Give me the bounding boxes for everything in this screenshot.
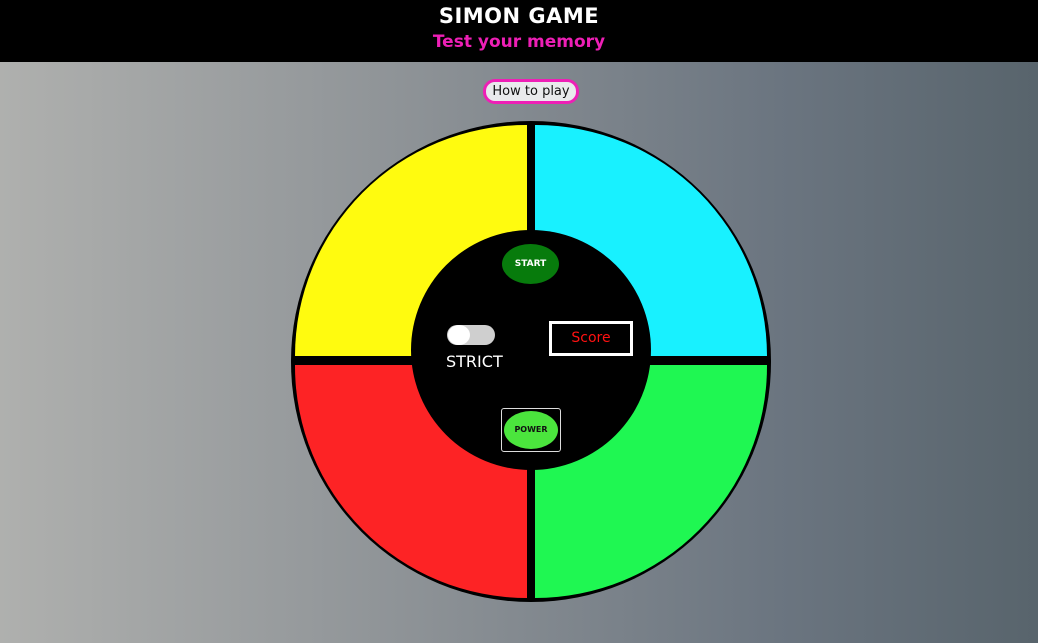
app-header: SIMON GAME Test your memory xyxy=(0,0,1038,62)
power-button-frame[interactable]: POWER xyxy=(501,408,561,452)
score-display: Score xyxy=(549,321,633,356)
start-button[interactable]: START xyxy=(502,244,559,284)
page-subtitle: Test your memory xyxy=(432,32,606,52)
strict-label: STRICT xyxy=(446,352,503,371)
strict-toggle-knob xyxy=(448,325,470,345)
how-to-play-button[interactable]: How to play xyxy=(483,79,579,104)
power-button[interactable]: POWER xyxy=(504,411,558,449)
strict-toggle[interactable] xyxy=(447,325,495,345)
page-title: SIMON GAME xyxy=(438,4,600,28)
